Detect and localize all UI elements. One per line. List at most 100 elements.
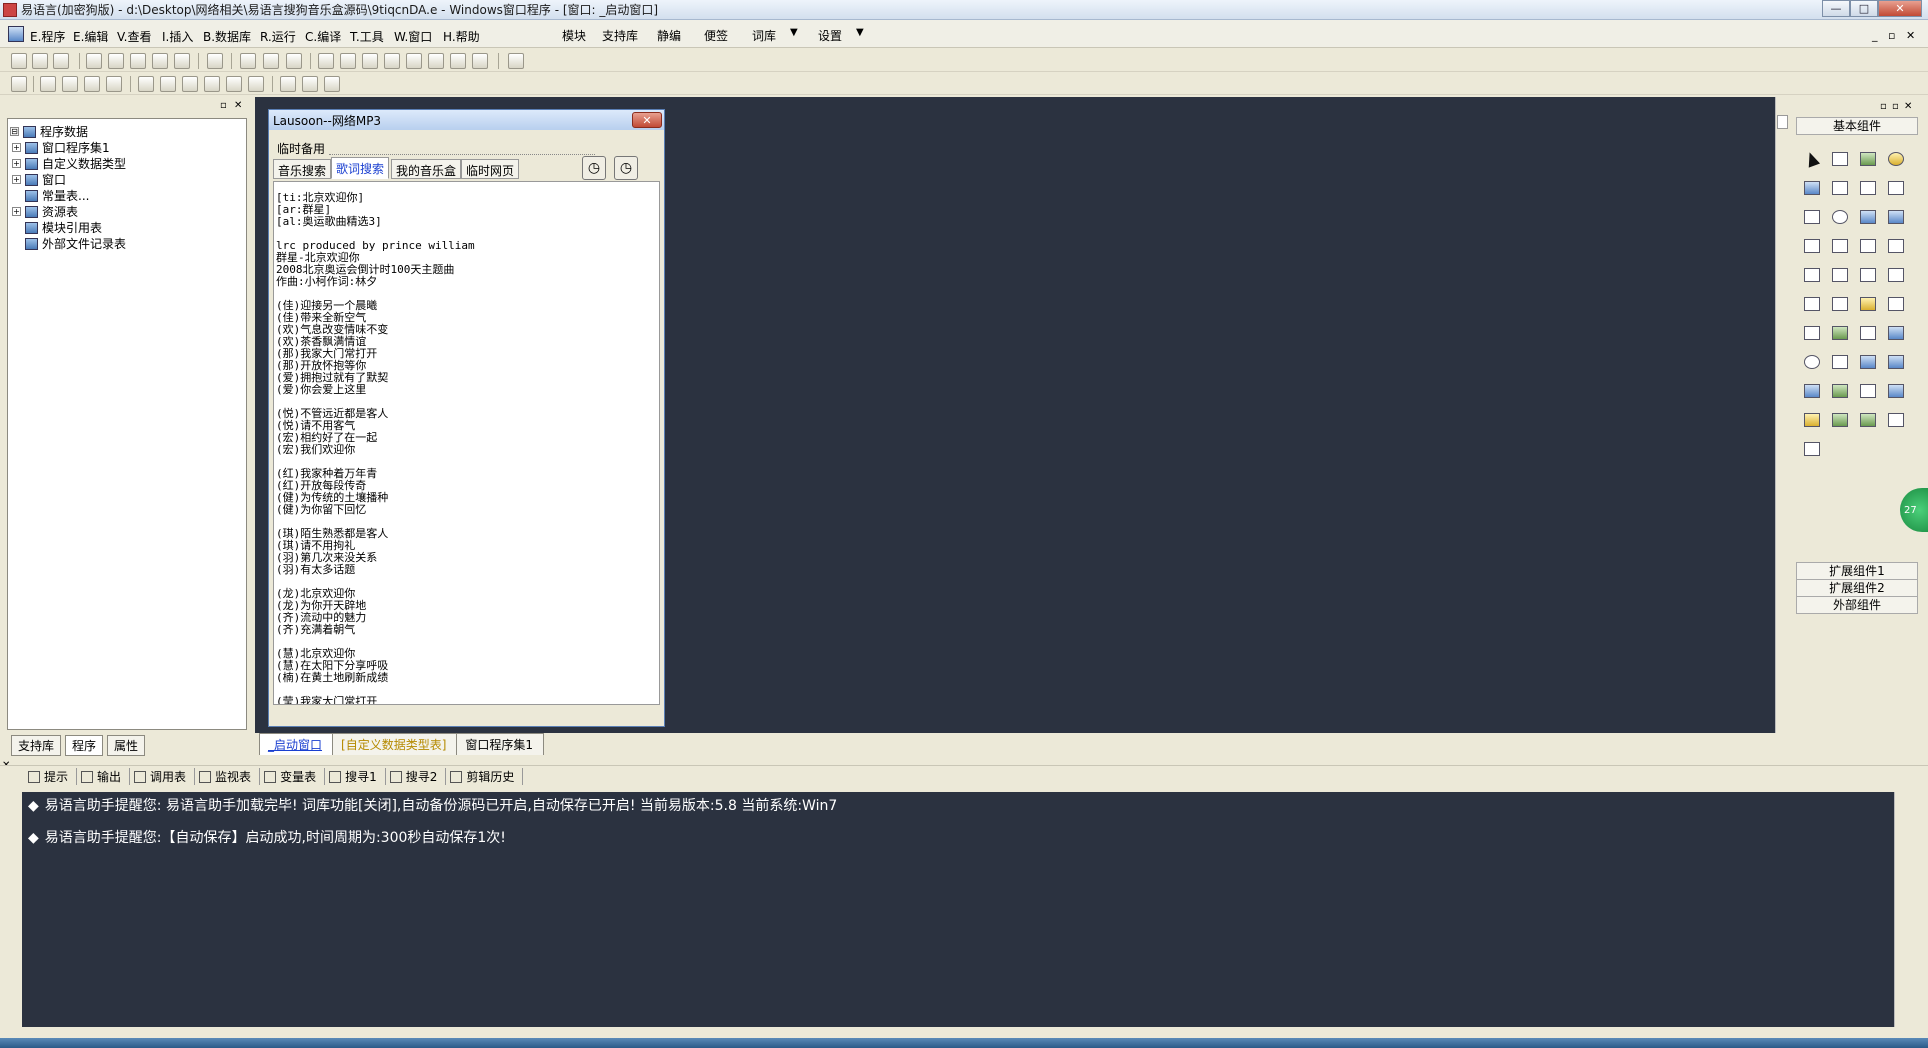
menu-settings[interactable]: 设置 bbox=[818, 27, 842, 44]
rich-edit-icon[interactable] bbox=[1884, 290, 1908, 318]
wordlib-dropdown-icon[interactable]: ▼ bbox=[790, 27, 798, 38]
find-icon[interactable] bbox=[207, 53, 223, 69]
layout-3-icon[interactable] bbox=[286, 53, 302, 69]
external-components[interactable]: 外部组件 bbox=[1796, 596, 1918, 614]
tab-lyric-search[interactable]: 歌词搜索 bbox=[331, 157, 390, 179]
menu-wordlib[interactable]: 词库 bbox=[752, 27, 776, 44]
scrollbar-icon[interactable] bbox=[1856, 232, 1880, 260]
doc-tab-custom-types[interactable]: [自定义数据类型表] bbox=[332, 733, 458, 755]
tab-variables[interactable]: 变量表 bbox=[260, 768, 326, 785]
menu-database[interactable]: B.数据库 bbox=[203, 28, 251, 45]
editbox-icon[interactable] bbox=[1800, 174, 1824, 202]
menu-program[interactable]: E.程序 bbox=[30, 28, 65, 45]
maximize-button[interactable]: □ bbox=[1850, 0, 1878, 17]
tree-expander[interactable]: + bbox=[12, 175, 21, 184]
tab-output[interactable]: 输出 bbox=[77, 768, 131, 785]
grid-table-icon[interactable] bbox=[1800, 290, 1824, 318]
basic-components-title[interactable]: 基本组件 bbox=[1796, 117, 1918, 135]
doc-tab-start-window[interactable]: _启动窗口 bbox=[259, 733, 334, 755]
settings-dropdown-icon[interactable]: ▼ bbox=[856, 27, 864, 38]
tab-watch[interactable]: 监视表 bbox=[195, 768, 261, 785]
grid-icon[interactable] bbox=[11, 76, 27, 92]
center-v-icon[interactable] bbox=[160, 76, 176, 92]
port-icon[interactable] bbox=[1800, 377, 1824, 405]
menu-notes[interactable]: 便签 bbox=[704, 27, 728, 44]
cut-icon[interactable] bbox=[86, 53, 102, 69]
align-left-icon[interactable] bbox=[40, 76, 56, 92]
database-icon[interactable] bbox=[1800, 406, 1824, 434]
client-icon[interactable] bbox=[1856, 348, 1880, 376]
layout-2-icon[interactable] bbox=[263, 53, 279, 69]
center-h-icon[interactable] bbox=[138, 76, 154, 92]
form-close-button[interactable]: ✕ bbox=[632, 112, 662, 128]
output-scrollbar[interactable] bbox=[1894, 792, 1908, 1027]
tree-expander[interactable]: + bbox=[12, 207, 21, 216]
layout-1-icon[interactable] bbox=[240, 53, 256, 69]
lock-icon[interactable] bbox=[302, 76, 318, 92]
pointer-icon[interactable] bbox=[1800, 145, 1824, 173]
minimize-button[interactable]: — bbox=[1822, 0, 1850, 17]
mdi-close-button[interactable]: ✕ bbox=[1906, 29, 1915, 42]
combobox-icon[interactable] bbox=[1856, 203, 1880, 231]
calendar-icon[interactable] bbox=[1800, 319, 1824, 347]
tab-call-stack[interactable]: 调用表 bbox=[130, 768, 196, 785]
tree-item-resources[interactable]: + 资源表 bbox=[12, 203, 78, 220]
divider-icon[interactable] bbox=[1884, 232, 1908, 260]
slider-icon[interactable] bbox=[1828, 232, 1852, 260]
spin-icon[interactable] bbox=[1856, 319, 1880, 347]
same-height-icon[interactable] bbox=[248, 76, 264, 92]
run-icon[interactable] bbox=[318, 53, 334, 69]
tab-music-search[interactable]: 音乐搜索 bbox=[273, 159, 332, 179]
status-bar-icon[interactable] bbox=[1828, 290, 1852, 318]
debug-3-icon[interactable] bbox=[406, 53, 422, 69]
stop-icon[interactable] bbox=[340, 53, 356, 69]
same-size-icon[interactable] bbox=[280, 76, 296, 92]
right-panel-close-button[interactable]: ✕ bbox=[1904, 101, 1912, 112]
tree-item-program-data[interactable]: ⊟ 程序数据 bbox=[10, 123, 88, 140]
text-icon[interactable] bbox=[1856, 174, 1880, 202]
tab-my-music-box[interactable]: 我的音乐盒 bbox=[391, 159, 462, 179]
chart-icon[interactable] bbox=[1856, 406, 1880, 434]
tree-item-custom-types[interactable]: + 自定义数据类型 bbox=[12, 155, 126, 172]
right-panel-button[interactable]: ▫ bbox=[1880, 101, 1887, 112]
assistant-icon[interactable] bbox=[508, 53, 524, 69]
odbc-provider-icon[interactable] bbox=[1800, 435, 1824, 463]
tree-expander[interactable]: ⊟ bbox=[10, 127, 19, 136]
tab-program[interactable]: 程序 bbox=[65, 734, 104, 756]
picture-box-icon[interactable] bbox=[1828, 174, 1852, 202]
menu-window[interactable]: W.窗口 bbox=[394, 28, 432, 45]
listbox-icon[interactable] bbox=[1884, 203, 1908, 231]
tree-item-window[interactable]: + 窗口 bbox=[12, 171, 66, 188]
frame-icon[interactable] bbox=[1856, 377, 1880, 405]
open-file-icon[interactable] bbox=[32, 53, 48, 69]
treeview-icon[interactable] bbox=[1884, 319, 1908, 347]
tree-expander[interactable]: + bbox=[12, 159, 21, 168]
tab-order-icon[interactable] bbox=[324, 76, 340, 92]
lyrics-textbox[interactable]: [ti:北京欢迎你] [ar:群星] [al:奥运歌曲精选3] lrc produce… bbox=[273, 181, 660, 705]
mdi-restore-button[interactable]: ▫ bbox=[1888, 29, 1895, 42]
menu-support-lib[interactable]: 支持库 bbox=[602, 27, 638, 44]
extension-components-1[interactable]: 扩展组件1 bbox=[1796, 562, 1918, 580]
left-panel-close-button[interactable]: ✕ bbox=[234, 100, 242, 111]
odbc-icon[interactable] bbox=[1884, 406, 1908, 434]
tree-item-constants[interactable]: 常量表... bbox=[25, 187, 89, 204]
tab-search1[interactable]: 搜寻1 bbox=[325, 768, 386, 785]
menu-tools[interactable]: T.工具 bbox=[350, 28, 384, 45]
form-window[interactable]: Lausoon--网络MP3 ✕ 临时备用 音乐搜索 歌词搜索 我的音乐盒 临时… bbox=[268, 109, 665, 727]
debug-5-icon[interactable] bbox=[450, 53, 466, 69]
checkbox-icon[interactable] bbox=[1800, 203, 1824, 231]
new-file-icon[interactable] bbox=[11, 53, 27, 69]
tree-item-external-files[interactable]: 外部文件记录表 bbox=[25, 235, 126, 252]
align-right-icon[interactable] bbox=[62, 76, 78, 92]
dde-icon[interactable] bbox=[1828, 377, 1852, 405]
vscroll-icon[interactable] bbox=[1828, 261, 1852, 289]
tab-clip-history[interactable]: 剪辑历史 bbox=[446, 768, 524, 785]
designer-scrollbar[interactable] bbox=[1775, 97, 1789, 733]
menu-compile[interactable]: C.编译 bbox=[305, 28, 341, 45]
picture-icon[interactable] bbox=[1856, 145, 1880, 173]
timer-icon[interactable]: ◷ bbox=[582, 156, 606, 180]
list-icon[interactable] bbox=[1800, 232, 1824, 260]
undo-icon[interactable] bbox=[174, 53, 190, 69]
timer-comp-icon[interactable] bbox=[1800, 348, 1824, 376]
tree-item-window-class[interactable]: + 窗口程序集1 bbox=[12, 139, 110, 156]
